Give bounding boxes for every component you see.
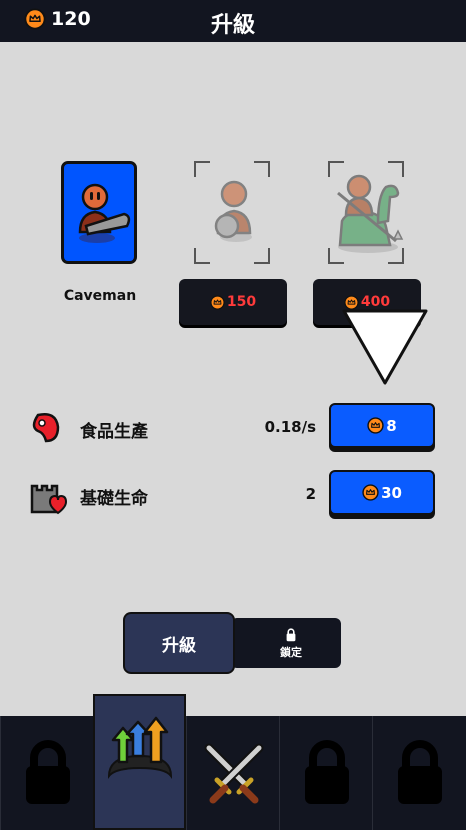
- lock-icon: [299, 738, 355, 808]
- upgrade-tab[interactable]: 升級: [123, 612, 235, 674]
- page-title: 升級: [210, 13, 255, 38]
- crown-coin-icon: [210, 294, 225, 310]
- stat-label: 食品生產: [80, 422, 148, 442]
- mode-toggle: 鎖定 升級: [123, 612, 341, 674]
- unit-card-locked-dino-rider[interactable]: [328, 161, 404, 264]
- crown-coin-icon: [362, 484, 379, 501]
- stat-row-base-health: 基礎生命 2 30: [0, 470, 466, 520]
- nav-item-upgrades[interactable]: [93, 694, 186, 830]
- stat-row-food-production: 食品生產 0.18/s 8: [0, 403, 466, 453]
- nav-item-locked-2[interactable]: [279, 716, 372, 830]
- unit-name-caveman: Caveman: [63, 288, 137, 304]
- nav-item-battle[interactable]: [186, 716, 279, 830]
- crossed-swords-icon: [204, 743, 264, 804]
- shield-warrior-icon: [214, 180, 252, 242]
- upgrade-tab-label: 升級: [162, 635, 196, 656]
- crown-coin-icon: [367, 417, 384, 434]
- locked-tab-label: 鎖定: [280, 646, 302, 659]
- top-bar: 120 升級: [0, 0, 466, 42]
- upgrade-health-button[interactable]: 30: [329, 470, 435, 515]
- tutorial-pointer-icon: [342, 309, 428, 385]
- unit-cost: 150: [226, 294, 257, 310]
- stat-value: 2: [305, 485, 316, 503]
- caveman-icon: [78, 183, 131, 243]
- unit-card-caveman[interactable]: [61, 161, 137, 264]
- stat-value: 0.18/s: [264, 418, 316, 436]
- upgrade-food-button[interactable]: 8: [329, 403, 435, 448]
- dino-rider-icon: [337, 174, 404, 253]
- stat-label: 基礎生命: [80, 489, 148, 509]
- nav-item-locked-1[interactable]: [0, 716, 93, 830]
- nav-item-locked-3[interactable]: [372, 716, 465, 830]
- upgrade-arrows-icon: [107, 716, 173, 779]
- upgrade-cost: 8: [386, 416, 397, 435]
- upgrade-cost: 30: [381, 483, 402, 502]
- locked-tab[interactable]: 鎖定: [231, 618, 341, 668]
- bottom-nav: [0, 694, 466, 830]
- unit-card-locked-shield[interactable]: [194, 161, 270, 264]
- meat-icon: [32, 413, 60, 443]
- castle-heart-icon: [30, 484, 68, 515]
- unlock-unit-2-button[interactable]: 150: [179, 279, 287, 325]
- lock-icon: [20, 738, 76, 808]
- lock-icon: [392, 738, 448, 808]
- lock-icon: [286, 628, 296, 642]
